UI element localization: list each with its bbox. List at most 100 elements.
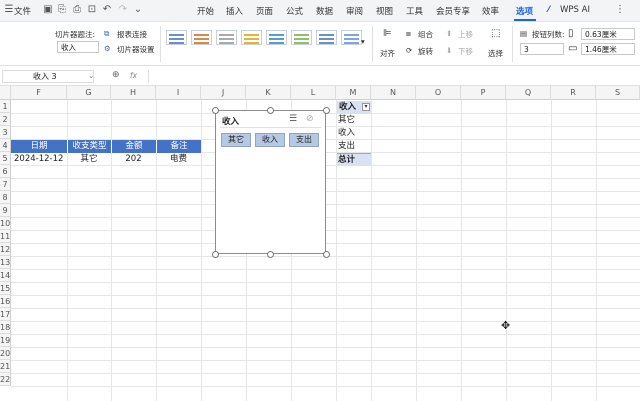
row-header-2[interactable]: 2 [0, 113, 11, 126]
wps-ai-button[interactable]: WPS AI [560, 5, 590, 15]
slicer-style-4[interactable] [241, 30, 262, 45]
save-icon[interactable]: ▣ [42, 4, 54, 16]
clear-filter-icon[interactable]: ⊘ [306, 114, 314, 124]
formula-input[interactable] [150, 69, 638, 84]
slicer-style-8[interactable] [341, 30, 362, 45]
resize-handle-bottom[interactable] [267, 251, 274, 258]
row-header-18[interactable]: 18 [0, 321, 11, 334]
col-header-l[interactable]: L [291, 86, 336, 100]
print-icon[interactable]: ⎙ [71, 4, 83, 16]
col-header-o[interactable]: O [416, 86, 461, 100]
tab-start[interactable]: 开始 [197, 5, 214, 17]
wps-ai-icon[interactable]: ⁄ [548, 5, 549, 15]
table-header-note[interactable]: 备注 [156, 140, 201, 153]
file-menu[interactable]: 文件 [14, 5, 31, 17]
col-header-h[interactable]: H [111, 86, 156, 100]
slicer-settings-button[interactable]: 切片器设置 [117, 44, 155, 55]
table-cell-note[interactable]: 电费 [156, 153, 201, 166]
styles-more-icon[interactable]: ▾ [361, 37, 365, 46]
col-header-m[interactable]: M [336, 86, 371, 100]
more-icon[interactable]: ⋮ [614, 4, 626, 16]
slicer-button-other[interactable]: 其它 [221, 133, 251, 147]
slicer-style-3[interactable] [216, 30, 237, 45]
tab-view[interactable]: 视图 [376, 5, 393, 17]
name-box-dropdown-icon[interactable]: ⌄ [88, 71, 94, 80]
row-header-1[interactable]: 1 [0, 100, 11, 113]
table-header-amount[interactable]: 金额 [111, 140, 156, 153]
row-header-9[interactable]: 9 [0, 204, 11, 217]
select-all-corner[interactable] [0, 86, 11, 100]
row-header-4[interactable]: 4 [0, 139, 11, 152]
tab-options[interactable]: 选项 [516, 5, 533, 17]
send-backward-button[interactable]: 下移 [458, 46, 473, 57]
col-header-q[interactable]: Q [506, 86, 551, 100]
height-input[interactable]: 0.63厘米 [581, 28, 635, 40]
row-header-15[interactable]: 15 [0, 282, 11, 295]
align-button[interactable]: 对齐 [380, 48, 395, 59]
col-header-j[interactable]: J [201, 86, 246, 100]
report-link-button[interactable]: 报表连接 [117, 29, 147, 40]
pivot-item-expense[interactable]: 支出 [338, 140, 371, 153]
tab-efficiency[interactable]: 效率 [482, 5, 499, 17]
row-header-20[interactable]: 20 [0, 347, 11, 360]
table-header-date[interactable]: 日期 [11, 140, 67, 153]
row-header-22[interactable]: 22 [0, 373, 11, 386]
row-header-17[interactable]: 17 [0, 308, 11, 321]
multi-select-icon[interactable]: ☰ [289, 114, 297, 124]
select-button[interactable]: 选择 [488, 48, 503, 59]
tab-tools[interactable]: 工具 [406, 5, 423, 17]
tab-page[interactable]: 页面 [256, 5, 273, 17]
print-preview-icon[interactable]: ⊡ [86, 4, 98, 16]
col-header-s[interactable]: S [596, 86, 640, 100]
row-header-19[interactable]: 19 [0, 334, 11, 347]
tab-member[interactable]: 会员专享 [436, 5, 470, 17]
pivot-item-income[interactable]: 收入 [338, 127, 371, 140]
row-header-7[interactable]: 7 [0, 178, 11, 191]
resize-handle-top[interactable] [267, 107, 274, 114]
slicer-button-expense[interactable]: 支出 [289, 133, 319, 147]
table-cell-date[interactable]: 2024-12-12 [14, 153, 67, 166]
row-header-10[interactable]: 10 [0, 217, 11, 230]
undo-icon[interactable]: ↶ [101, 4, 113, 16]
tab-insert[interactable]: 插入 [226, 5, 243, 17]
columns-input[interactable]: 3 [520, 43, 564, 55]
col-header-f[interactable]: F [11, 86, 67, 100]
row-header-11[interactable]: 11 [0, 230, 11, 243]
col-header-g[interactable]: G [67, 86, 111, 100]
redo-icon[interactable]: ↷ [117, 4, 129, 16]
group-button[interactable]: 组合 [418, 29, 433, 40]
row-header-6[interactable]: 6 [0, 165, 11, 178]
pivot-item-other[interactable]: 其它 [338, 114, 371, 127]
row-header-3[interactable]: 3 [0, 126, 11, 139]
row-header-14[interactable]: 14 [0, 269, 11, 282]
col-header-r[interactable]: R [551, 86, 596, 100]
row-header-21[interactable]: 21 [0, 360, 11, 373]
fx-icon[interactable]: fx [130, 71, 137, 80]
table-cell-amount[interactable]: 202 [111, 153, 156, 166]
resize-handle-bottom-left[interactable] [212, 251, 219, 258]
slicer-style-7[interactable] [316, 30, 337, 45]
slicer-style-1[interactable] [166, 30, 187, 45]
col-header-p[interactable]: P [461, 86, 506, 100]
export-pdf-icon[interactable]: ⎘ [56, 4, 68, 16]
tab-review[interactable]: 审阅 [346, 5, 363, 17]
pivot-filter-dropdown-icon[interactable]: ▾ [362, 103, 370, 111]
width-input[interactable]: 1.46厘米 [581, 43, 635, 55]
rotate-button[interactable]: 旋转 [418, 46, 433, 57]
row-header-16[interactable]: 16 [0, 295, 11, 308]
slicer-style-5[interactable] [266, 30, 287, 45]
name-box[interactable]: 收入 3 [2, 70, 94, 83]
col-header-i[interactable]: I [156, 86, 201, 100]
bring-forward-button[interactable]: 上移 [458, 29, 473, 40]
col-header-n[interactable]: N [371, 86, 416, 100]
row-header-12[interactable]: 12 [0, 243, 11, 256]
pivot-total[interactable]: 总计 [337, 153, 371, 166]
row-header-5[interactable]: 5 [0, 152, 11, 165]
table-cell-type[interactable]: 其它 [67, 153, 111, 166]
zoom-icon[interactable]: ⊕ [112, 70, 120, 80]
tab-formula[interactable]: 公式 [286, 5, 303, 17]
slicer-button-income[interactable]: 收入 [255, 133, 285, 147]
col-header-k[interactable]: K [246, 86, 291, 100]
resize-handle-top-right[interactable] [323, 107, 330, 114]
slicer-style-2[interactable] [191, 30, 212, 45]
